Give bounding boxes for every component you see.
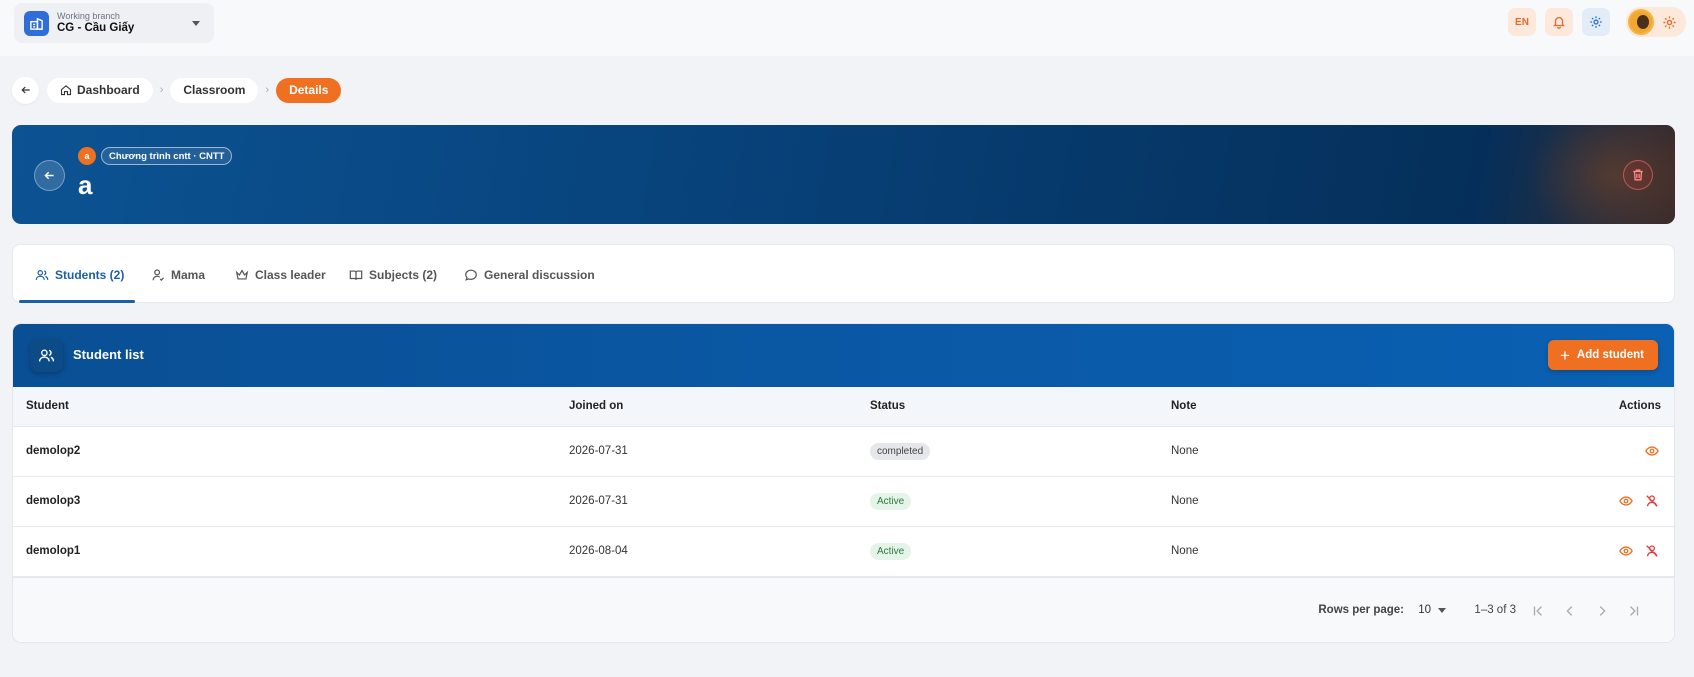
note: None (1171, 526, 1531, 577)
table-row: demolop3 2026-07-31 Active None (13, 476, 1674, 527)
note: None (1171, 476, 1531, 527)
note: None (1171, 426, 1531, 477)
crown-icon (235, 268, 249, 280)
tab-label: Subjects (2) (369, 267, 438, 282)
user-menu[interactable] (1626, 7, 1686, 37)
next-page-icon[interactable] (1591, 600, 1613, 622)
gear-icon (1590, 16, 1602, 28)
tab-label: Students (2) (55, 267, 125, 282)
tab-class-leader[interactable]: Class leader (235, 245, 326, 304)
breadcrumb-label: Dashboard (77, 83, 140, 97)
card-title: Student list (73, 347, 144, 362)
branch-label: Working branch (57, 10, 120, 21)
chevron-right-icon: › (265, 84, 270, 96)
first-page-icon[interactable] (1527, 600, 1549, 622)
chevron-right-icon: › (159, 84, 164, 96)
column-header[interactable]: Joined on (569, 387, 870, 427)
column-header[interactable]: Status (870, 387, 1171, 427)
users-icon (35, 269, 49, 280)
remove-student-icon[interactable] (1643, 542, 1661, 560)
program-tag: Chương trình cntt · CNTT (101, 147, 233, 165)
view-icon[interactable] (1617, 492, 1635, 510)
arrow-left-icon (20, 86, 30, 94)
view-icon[interactable] (1617, 542, 1635, 560)
tab-subjects[interactable]: Subjects (2) (349, 245, 437, 304)
rows-per-page-label: Rows per page: (1318, 604, 1404, 616)
tab-label: Mama (171, 267, 206, 282)
status-badge: Active (870, 542, 912, 560)
student-name: demolop2 (13, 426, 569, 477)
view-icon[interactable] (1643, 442, 1661, 460)
tab-label: General discussion (484, 267, 595, 282)
breadcrumb-classroom[interactable]: Classroom (170, 77, 259, 103)
branch-selector[interactable]: Working branch CG - Cầu Giấy (14, 3, 214, 43)
student-name: demolop1 (13, 526, 569, 577)
breadcrumb: Dashboard › Classroom › Details (12, 76, 342, 104)
joined-date: 2026-07-31 (569, 426, 870, 477)
tab-mama[interactable]: Mama (151, 245, 205, 304)
tab-label: Class leader (255, 267, 326, 282)
user-settings-icon[interactable] (1656, 9, 1682, 35)
last-page-icon[interactable] (1623, 600, 1645, 622)
class-avatar: a (78, 147, 96, 165)
table-row: demolop2 2026-07-31 completed None (13, 426, 1674, 477)
plus-icon: + (1559, 345, 1570, 365)
student-name: demolop3 (13, 476, 569, 527)
table-header-row: Student Joined on Status Note Actions (13, 387, 1674, 427)
branch-name: CG - Cầu Giấy (57, 21, 135, 34)
page-range: 1–3 of 3 (1474, 604, 1516, 616)
column-header[interactable]: Note (1171, 387, 1531, 427)
tab-students[interactable]: Students (2) (35, 245, 124, 304)
avatar[interactable] (1628, 9, 1654, 35)
joined-date: 2026-08-04 (569, 526, 870, 577)
user-icon (152, 268, 164, 281)
top-bar: Working branch CG - Cầu Giấy EN (0, 0, 1694, 56)
class-header: a Chương trình cntt · CNTT a (12, 125, 1675, 224)
pagination: Rows per page: 10 1–3 of 3 (13, 577, 1674, 642)
card-header: Student list + Add student (13, 324, 1674, 387)
home-icon (60, 85, 72, 96)
trash-icon (1633, 169, 1643, 181)
column-header: Actions (1531, 387, 1674, 427)
breadcrumb-dashboard[interactable]: Dashboard (47, 77, 153, 103)
class-title: a (78, 170, 93, 200)
status-badge: Active (870, 492, 912, 510)
book-icon (349, 269, 363, 280)
table-row: demolop1 2026-08-04 Active None (13, 526, 1674, 577)
building-icon (24, 10, 49, 36)
hero-back-button[interactable] (34, 160, 65, 191)
add-student-label: Add student (1576, 349, 1644, 361)
breadcrumb-details[interactable]: Details (276, 77, 342, 103)
arrow-left-icon (44, 171, 54, 180)
chat-icon (465, 269, 477, 281)
prev-page-icon[interactable] (1559, 600, 1581, 622)
student-table: Student Joined on Status Note Actions de… (13, 387, 1674, 577)
remove-student-icon[interactable] (1643, 492, 1661, 510)
back-button[interactable] (12, 76, 39, 104)
tab-bar: Students (2) Mama Class leader Subjects … (12, 244, 1675, 303)
bell-icon (1553, 16, 1565, 29)
joined-date: 2026-07-31 (569, 476, 870, 527)
column-header[interactable]: Student (13, 387, 569, 427)
chevron-down-icon (1438, 607, 1446, 613)
delete-button[interactable] (1623, 160, 1653, 190)
notification-button[interactable] (1545, 8, 1573, 36)
status-badge: completed (870, 442, 931, 460)
student-list-card: Student list + Add student Student Joine… (12, 323, 1675, 643)
chevron-down-icon (192, 21, 200, 26)
language-button[interactable]: EN (1508, 8, 1536, 36)
tab-general-discussion[interactable]: General discussion (464, 245, 595, 304)
active-tab-indicator (19, 300, 135, 303)
add-student-button[interactable]: + Add student (1547, 340, 1658, 370)
settings-button[interactable] (1582, 8, 1610, 36)
users-icon (30, 339, 63, 372)
rows-per-page-select[interactable]: 10 (1418, 604, 1446, 616)
rows-per-page-value: 10 (1418, 604, 1431, 616)
